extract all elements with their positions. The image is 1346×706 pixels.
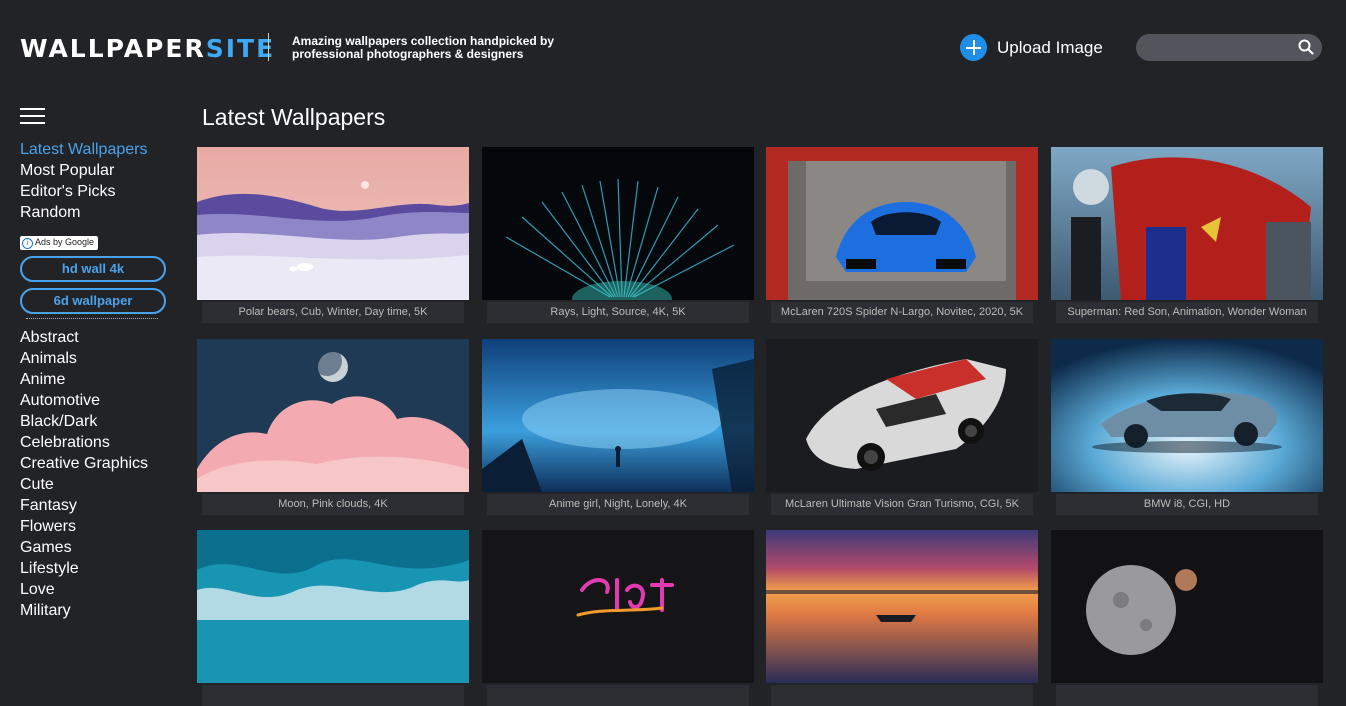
wallpaper-card[interactable]: Rays, Light, Source, 4K, 5K bbox=[482, 147, 754, 323]
ads-by-google-badge[interactable]: i Ads by Google bbox=[20, 236, 99, 250]
wallpaper-caption[interactable]: Polar bears, Cub, Winter, Day time, 5K bbox=[202, 302, 464, 323]
category-creative-graphics[interactable]: Creative Graphics bbox=[20, 453, 180, 474]
info-icon: i bbox=[22, 238, 33, 249]
wallpaper-card[interactable]: Polar bears, Cub, Winter, Day time, 5K bbox=[197, 147, 469, 323]
site-logo[interactable]: WALLPAPERSITE bbox=[20, 34, 275, 63]
category-love[interactable]: Love bbox=[20, 579, 180, 600]
nav-latest-wallpapers[interactable]: Latest Wallpapers bbox=[20, 139, 180, 160]
ad-link-hd-wall-4k[interactable]: hd wall 4k bbox=[20, 256, 166, 282]
nav-editors-picks[interactable]: Editor's Picks bbox=[20, 181, 180, 202]
wallpaper-thumbnail-rays[interactable] bbox=[482, 147, 754, 300]
category-abstract[interactable]: Abstract bbox=[20, 327, 180, 348]
wallpaper-card[interactable]: BMW i8, CGI, HD bbox=[1051, 339, 1323, 515]
category-lifestyle[interactable]: Lifestyle bbox=[20, 558, 180, 579]
search-box[interactable] bbox=[1136, 34, 1322, 61]
dotted-divider bbox=[26, 318, 158, 319]
wallpaper-thumbnail-mclaren-720s[interactable] bbox=[766, 147, 1038, 300]
wallpaper-thumbnail-polar-bears[interactable] bbox=[197, 147, 469, 300]
category-fantasy[interactable]: Fantasy bbox=[20, 495, 180, 516]
wallpaper-thumbnail-superman-red-son[interactable] bbox=[1051, 147, 1323, 300]
category-flowers[interactable]: Flowers bbox=[20, 516, 180, 537]
wallpaper-thumbnail-neon-lettering[interactable] bbox=[482, 530, 754, 683]
wallpaper-card[interactable]: Superman: Red Son, Animation, Wonder Wom… bbox=[1051, 147, 1323, 323]
page-title: Latest Wallpapers bbox=[202, 104, 386, 130]
category-black-dark[interactable]: Black/Dark bbox=[20, 411, 180, 432]
wallpaper-thumbnail-bmw-i8[interactable] bbox=[1051, 339, 1323, 492]
wallpaper-card[interactable]: McLaren 720S Spider N-Largo, Novitec, 20… bbox=[766, 147, 1038, 323]
category-list: Abstract Animals Anime Automotive Black/… bbox=[20, 327, 180, 621]
sidebar-nav: Latest Wallpapers Most Popular Editor's … bbox=[20, 139, 180, 223]
plus-icon bbox=[960, 34, 987, 61]
upload-image-label: Upload Image bbox=[997, 37, 1103, 57]
nav-random[interactable]: Random bbox=[20, 202, 180, 223]
wallpaper-card[interactable]: Anime girl, Night, Lonely, 4K bbox=[482, 339, 754, 515]
header-divider bbox=[268, 33, 269, 61]
wallpaper-caption[interactable]: McLaren 720S Spider N-Largo, Novitec, 20… bbox=[771, 302, 1033, 323]
wallpaper-card[interactable] bbox=[482, 530, 754, 706]
wallpaper-card[interactable] bbox=[1051, 530, 1323, 706]
wallpaper-caption[interactable]: McLaren Ultimate Vision Gran Turismo, CG… bbox=[771, 494, 1033, 515]
wallpaper-card[interactable]: McLaren Ultimate Vision Gran Turismo, CG… bbox=[766, 339, 1038, 515]
site-tagline: Amazing wallpapers collection handpicked… bbox=[292, 34, 555, 61]
category-automotive[interactable]: Automotive bbox=[20, 390, 180, 411]
hamburger-icon[interactable] bbox=[20, 108, 45, 124]
wallpaper-caption[interactable]: Anime girl, Night, Lonely, 4K bbox=[487, 494, 749, 515]
wallpaper-caption[interactable] bbox=[487, 685, 749, 706]
logo-accent-text: SITE bbox=[205, 34, 276, 63]
sidebar: Latest Wallpapers Most Popular Editor's … bbox=[20, 108, 180, 621]
wallpaper-caption[interactable]: Moon, Pink clouds, 4K bbox=[202, 494, 464, 515]
wallpaper-caption[interactable]: BMW i8, CGI, HD bbox=[1056, 494, 1318, 515]
category-anime[interactable]: Anime bbox=[20, 369, 180, 390]
logo-main-text: WALLPAPER bbox=[20, 34, 206, 63]
nav-most-popular[interactable]: Most Popular bbox=[20, 160, 180, 181]
wallpaper-card[interactable] bbox=[766, 530, 1038, 706]
wallpaper-caption[interactable] bbox=[1056, 685, 1318, 706]
wallpaper-caption[interactable] bbox=[771, 685, 1033, 706]
ad-link-6d-wallpaper[interactable]: 6d wallpaper bbox=[20, 288, 166, 314]
wallpaper-card[interactable] bbox=[197, 530, 469, 706]
ads-label: Ads by Google bbox=[35, 237, 95, 247]
search-input[interactable] bbox=[1146, 38, 1290, 59]
wallpaper-thumbnail-moon-pink-clouds[interactable] bbox=[197, 339, 469, 492]
wallpaper-thumbnail-planets[interactable] bbox=[1051, 530, 1323, 683]
category-celebrations[interactable]: Celebrations bbox=[20, 432, 180, 453]
wallpaper-thumbnail-mclaren-vision-gt[interactable] bbox=[766, 339, 1038, 492]
wallpaper-thumbnail-anime-girl-night[interactable] bbox=[482, 339, 754, 492]
category-animals[interactable]: Animals bbox=[20, 348, 180, 369]
wallpaper-caption[interactable]: Rays, Light, Source, 4K, 5K bbox=[487, 302, 749, 323]
wallpaper-thumbnail-ocean-waves[interactable] bbox=[197, 530, 469, 683]
site-header: WALLPAPERSITE Amazing wallpapers collect… bbox=[0, 0, 1346, 95]
category-games[interactable]: Games bbox=[20, 537, 180, 558]
wallpaper-card[interactable]: Moon, Pink clouds, 4K bbox=[197, 339, 469, 515]
wallpaper-caption[interactable]: Superman: Red Son, Animation, Wonder Wom… bbox=[1056, 302, 1318, 323]
wallpaper-thumbnail-sunset-lake[interactable] bbox=[766, 530, 1038, 683]
category-cute[interactable]: Cute bbox=[20, 474, 180, 495]
wallpaper-caption[interactable] bbox=[202, 685, 464, 706]
upload-image-button[interactable]: Upload Image bbox=[960, 34, 1103, 61]
search-icon[interactable] bbox=[1298, 39, 1314, 55]
